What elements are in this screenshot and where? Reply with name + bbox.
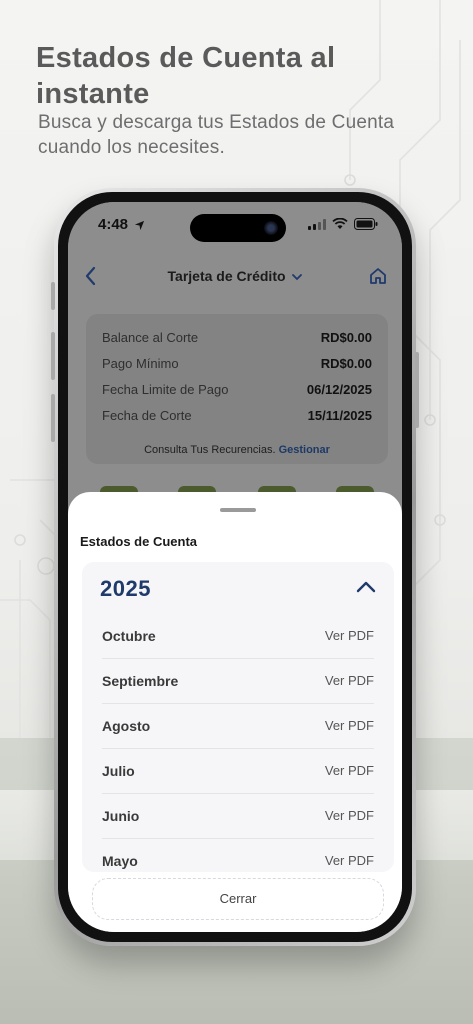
status-time: 4:48 [98,216,145,233]
month-list: Octubre Ver PDF Septiembre Ver PDF Agost… [102,614,374,872]
view-pdf-link[interactable]: Ver PDF [325,853,374,868]
action-button [51,282,55,310]
sheet-title: Estados de Cuenta [80,534,198,549]
wifi-icon [332,218,348,229]
view-pdf-link[interactable]: Ver PDF [325,808,374,823]
location-arrow-icon [135,220,145,230]
view-pdf-link[interactable]: Ver PDF [325,718,374,733]
home-icon [370,268,386,284]
year-accordion: 2025 Octubre Ver PDF Septiembre Ver PDF … [82,562,394,872]
dynamic-island [190,214,286,242]
view-pdf-link[interactable]: Ver PDF [325,763,374,778]
cellular-signal-icon [308,218,326,230]
recurrences-line: Consulta Tus Recurencias. Gestionar [144,444,330,456]
close-button-label: Cerrar [219,891,257,906]
month-row-septiembre[interactable]: Septiembre Ver PDF [102,659,374,704]
month-row-junio[interactable]: Junio Ver PDF [102,794,374,839]
month-row-agosto[interactable]: Agosto Ver PDF [102,704,374,749]
chevron-up-icon [356,581,376,593]
summary-row: Pago Mínimo RD$0.00 [102,356,372,371]
month-name: Julio [102,763,135,779]
promo-subhead: Busca y descarga tus Estados de Cuenta c… [38,112,395,158]
month-name: Agosto [102,718,151,734]
gestionar-link[interactable]: Gestionar [279,444,330,456]
status-bar: 4:48 [68,202,402,248]
view-pdf-link[interactable]: Ver PDF [325,628,374,643]
view-pdf-link[interactable]: Ver PDF [325,673,374,688]
nav-title-dropdown[interactable]: Tarjeta de Crédito [68,268,402,284]
volume-down-button [51,394,55,442]
nav-bar: Tarjeta de Crédito [68,260,402,294]
chevron-down-icon [292,274,303,281]
phone-screen: 4:48 Tarjeta de Crédito Balance al Corte… [68,202,402,932]
summary-row: Fecha de Corte 15/11/2025 [102,408,372,423]
sheet-grabber[interactable] [220,508,256,512]
balance-summary-card: Balance al Corte RD$0.00 Pago Mínimo RD$… [86,314,388,464]
nav-title: Tarjeta de Crédito [167,268,286,284]
phone-frame: 4:48 Tarjeta de Crédito Balance al Corte… [51,188,419,946]
volume-up-button [51,332,55,380]
summary-row: Fecha Limite de Pago 06/12/2025 [102,382,372,397]
month-row-octubre[interactable]: Octubre Ver PDF [102,614,374,659]
month-name: Octubre [102,628,156,644]
month-name: Mayo [102,853,138,869]
statements-bottom-sheet: Estados de Cuenta 2025 Octubre Ver PDF S… [68,492,402,932]
month-row-julio[interactable]: Julio Ver PDF [102,749,374,794]
promo-headline: Estados de Cuenta al instante [36,42,336,110]
battery-icon [354,218,378,230]
summary-row: Balance al Corte RD$0.00 [102,330,372,345]
month-row-mayo[interactable]: Mayo Ver PDF [102,839,374,872]
close-button[interactable]: Cerrar [92,878,384,920]
power-button [415,352,419,428]
year-label[interactable]: 2025 [100,576,151,602]
month-name: Septiembre [102,673,179,689]
home-button[interactable] [368,266,388,291]
collapse-year-button[interactable] [356,580,376,598]
month-name: Junio [102,808,140,824]
